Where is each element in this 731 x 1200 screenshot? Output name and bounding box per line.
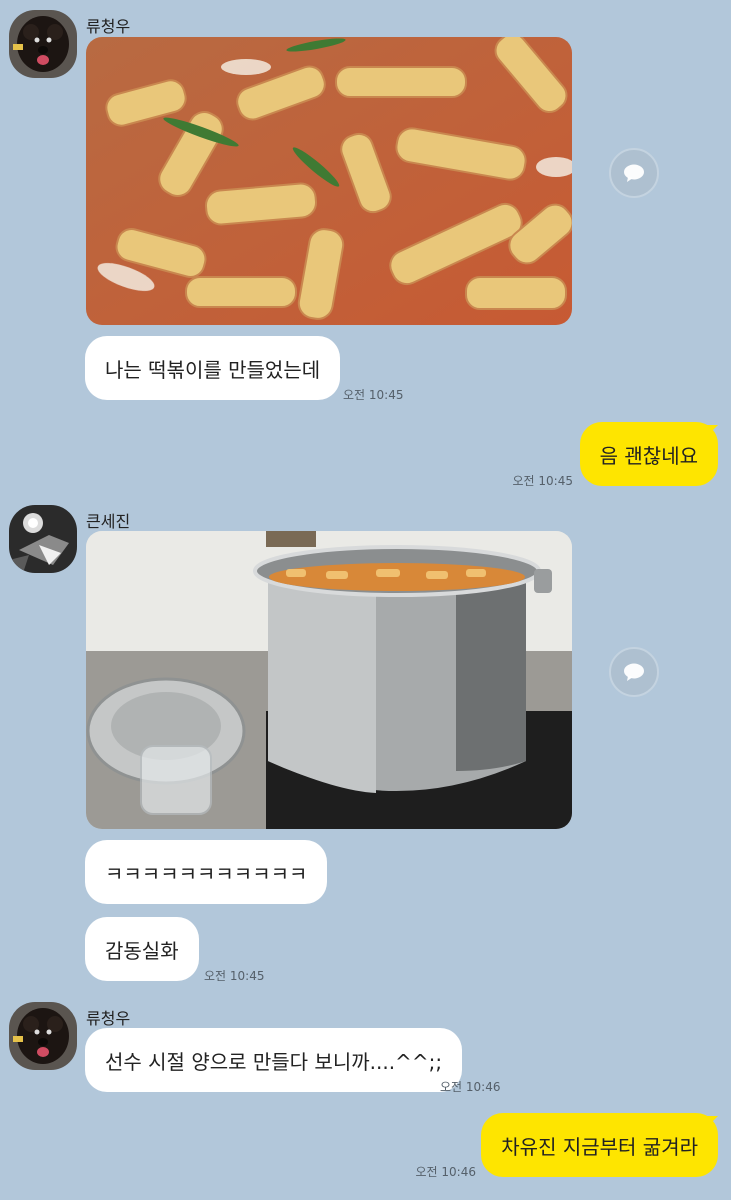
message-bubble[interactable]: 감동실화 bbox=[85, 917, 199, 981]
bubble-tail bbox=[704, 1116, 718, 1130]
sender-name: 류청우 bbox=[86, 1009, 131, 1028]
avatar-dog[interactable] bbox=[9, 1002, 77, 1070]
speech-bubble-icon bbox=[624, 663, 644, 681]
share-button[interactable] bbox=[609, 647, 659, 697]
photo-pot[interactable] bbox=[86, 531, 572, 829]
sender-name: 류청우 bbox=[86, 17, 131, 36]
share-button[interactable] bbox=[609, 148, 659, 198]
sender-name: 큰세진 bbox=[86, 512, 131, 531]
photo-tteokbokki[interactable] bbox=[86, 37, 572, 325]
message-bubble-outgoing[interactable]: 차유진 지금부터 굶겨라 bbox=[481, 1113, 718, 1177]
timestamp: 오전 10:46 bbox=[415, 1165, 476, 1179]
avatar-monochrome[interactable] bbox=[9, 505, 77, 573]
timestamp: 오전 10:45 bbox=[204, 969, 265, 983]
avatar-dog[interactable] bbox=[9, 10, 77, 78]
timestamp: 오전 10:45 bbox=[512, 474, 573, 488]
bubble-tail bbox=[704, 425, 718, 439]
message-bubble[interactable]: 선수 시절 양으로 만들다 보니까....^^;; bbox=[85, 1028, 463, 1092]
message-bubble-outgoing[interactable]: 음 괜찮네요 bbox=[579, 422, 718, 486]
speech-bubble-icon bbox=[624, 164, 644, 182]
timestamp: 오전 10:46 bbox=[440, 1080, 501, 1094]
message-bubble[interactable]: ㅋㅋㅋㅋㅋㅋㅋㅋㅋㅋㅋ bbox=[85, 840, 328, 904]
timestamp: 오전 10:45 bbox=[343, 388, 404, 402]
message-bubble[interactable]: 나는 떡볶이를 만들었는데 bbox=[85, 336, 341, 400]
